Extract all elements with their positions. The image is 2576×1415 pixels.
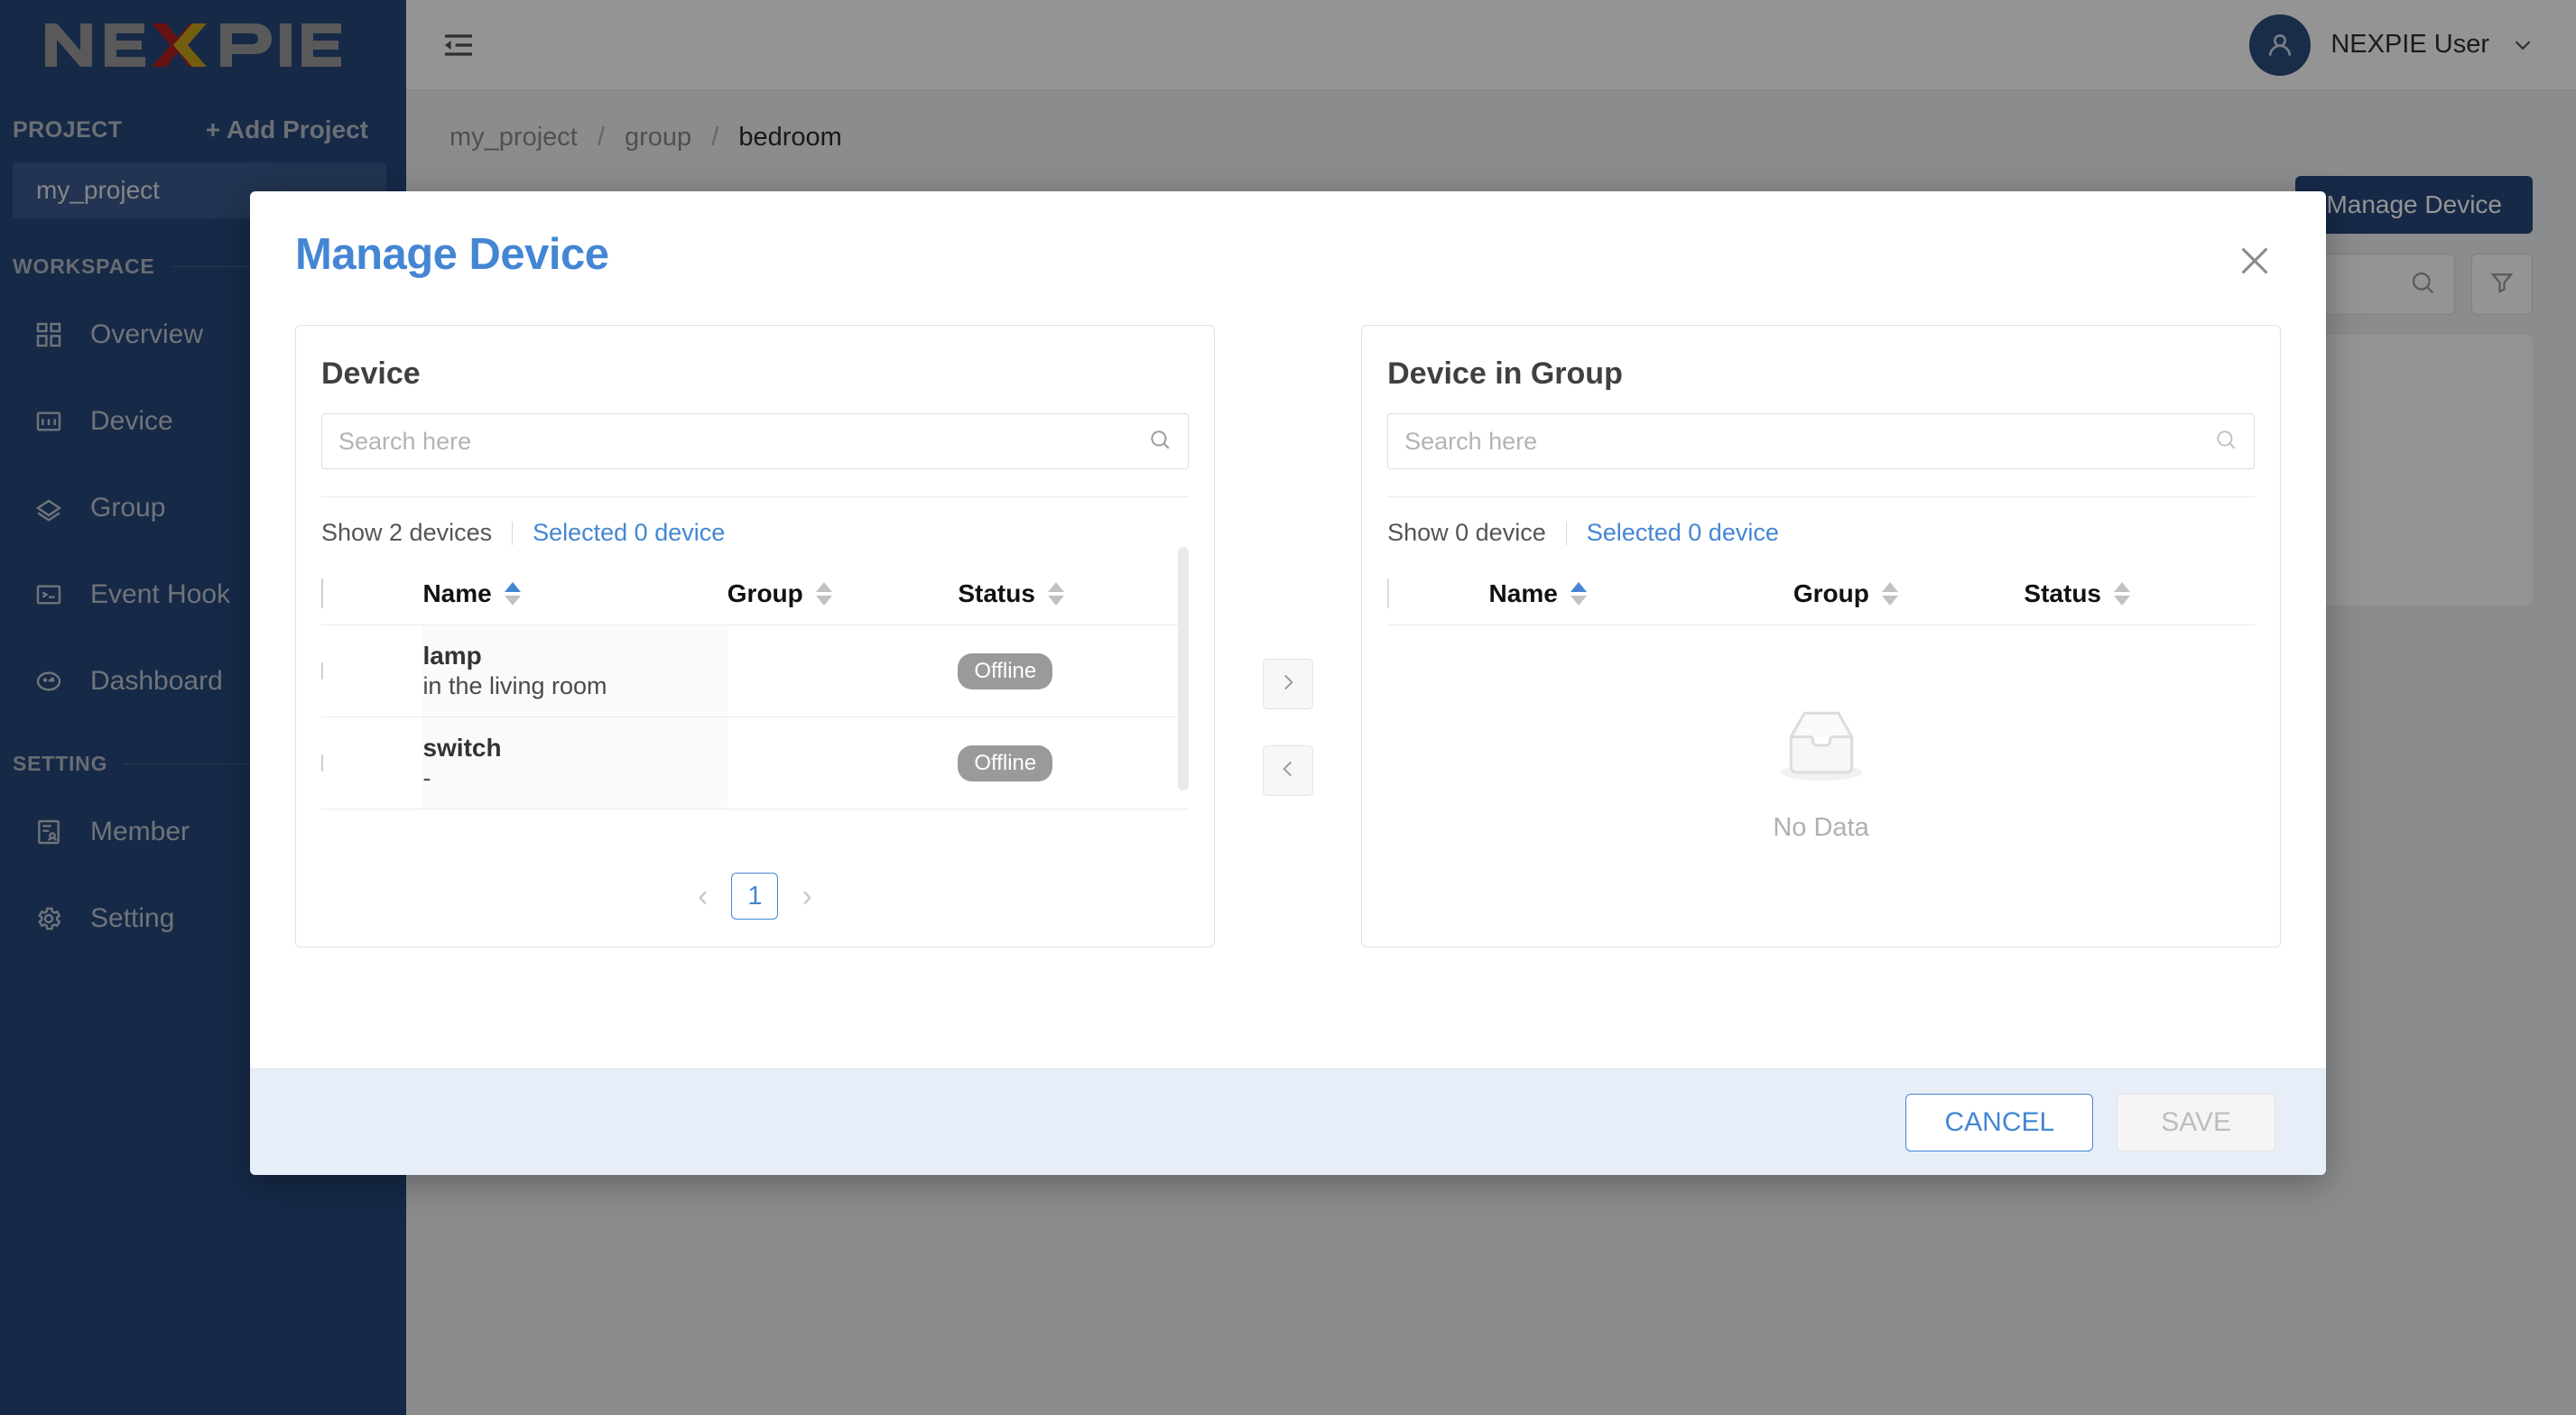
search-icon <box>2214 428 2238 456</box>
status-badge: Offline <box>958 652 1053 689</box>
table-row[interactable]: lamp in the living room Offline <box>321 624 1189 717</box>
close-icon[interactable] <box>2234 240 2275 282</box>
device-selected-count[interactable]: Selected 0 device <box>533 519 725 547</box>
row-group-cell <box>727 717 959 809</box>
save-button[interactable]: SAVE <box>2117 1093 2275 1151</box>
table-header-row: Name Group Status <box>321 561 1189 625</box>
sort-icon[interactable] <box>2114 582 2130 606</box>
modal-header: Manage Device <box>250 191 2326 282</box>
chevron-left-icon <box>1276 757 1300 785</box>
table-header-row: Name Group Status <box>1387 561 2255 625</box>
row-select-cell <box>321 717 423 809</box>
column-label: Name <box>422 579 492 607</box>
device-in-group-search-field[interactable]: Search here <box>1387 413 2255 469</box>
column-label: Status <box>2024 579 2101 607</box>
pagination-prev[interactable]: ‹ <box>698 879 708 914</box>
device-in-group-show-count: Show 0 device <box>1387 519 1546 546</box>
move-to-group-button[interactable] <box>1263 659 1313 709</box>
empty-inbox-icon <box>1767 702 1876 790</box>
row-name-cell: lamp in the living room <box>422 624 727 717</box>
table-scrollbar[interactable] <box>1177 547 1189 791</box>
column-header-group[interactable]: Group <box>1793 561 2025 625</box>
device-in-group-panel: Device in Group Search here Show 0 devic… <box>1361 325 2281 948</box>
column-header-name[interactable]: Name <box>422 561 727 625</box>
empty-state-label: No Data <box>1773 813 1869 842</box>
cancel-button[interactable]: CANCEL <box>1905 1093 2094 1151</box>
status-badge: Offline <box>958 744 1053 781</box>
sort-icon[interactable] <box>1047 582 1064 606</box>
manage-device-modal: Manage Device Device Search here Show 2 … <box>250 191 2326 1175</box>
row-status-cell: Offline <box>958 717 1189 809</box>
device-pagination: ‹ 1 › <box>321 846 1189 920</box>
device-search-placeholder: Search here <box>338 427 472 455</box>
column-header-status[interactable]: Status <box>958 561 1189 625</box>
row-status-cell: Offline <box>958 624 1189 717</box>
device-name: lamp <box>422 642 482 670</box>
device-in-group-table: Name Group Status <box>1387 561 2255 625</box>
row-name-cell: switch - <box>422 717 727 809</box>
device-table-scroll: Name Group Status lamp in the living roo… <box>321 547 1189 846</box>
pagination-next[interactable]: › <box>802 879 811 914</box>
device-search-field[interactable]: Search here <box>321 413 1189 469</box>
sort-icon[interactable] <box>1570 582 1587 606</box>
column-label: Name <box>1488 579 1558 607</box>
row-select-cell <box>321 624 423 717</box>
sort-icon[interactable] <box>1881 582 1898 606</box>
divider <box>1565 521 1567 545</box>
select-all-checkbox[interactable] <box>1387 578 1390 608</box>
device-in-group-search-placeholder: Search here <box>1404 427 1538 455</box>
select-all-header <box>321 561 423 625</box>
column-label: Status <box>958 579 1035 607</box>
device-name: switch <box>422 734 502 762</box>
table-row[interactable]: switch - Offline <box>321 717 1189 809</box>
device-show-count: Show 2 devices <box>321 519 493 546</box>
device-table: Name Group Status lamp in the living roo… <box>321 561 1189 809</box>
divider <box>512 521 514 545</box>
sort-icon[interactable] <box>504 582 521 606</box>
row-group-cell <box>727 624 959 717</box>
select-all-checkbox[interactable] <box>321 578 323 608</box>
device-counts-row: Show 2 devices Selected 0 device <box>321 496 1189 547</box>
pagination-page-1[interactable]: 1 <box>731 873 779 920</box>
device-in-group-counts-row: Show 0 device Selected 0 device <box>1387 496 2255 547</box>
device-in-group-selected-count[interactable]: Selected 0 device <box>1587 519 1779 547</box>
row-checkbox[interactable] <box>321 661 323 680</box>
chevron-right-icon <box>1276 671 1300 698</box>
device-description: in the living room <box>422 672 607 699</box>
device-panel-title: Device <box>321 356 421 391</box>
column-label: Group <box>727 579 803 607</box>
device-panel: Device Search here Show 2 devices Select… <box>295 325 1215 948</box>
modal-footer: CANCEL SAVE <box>250 1068 2326 1175</box>
empty-state: No Data <box>1387 625 2255 920</box>
modal-body: Device Search here Show 2 devices Select… <box>250 282 2326 1068</box>
search-icon <box>1148 428 1172 456</box>
device-in-group-panel-title: Device in Group <box>1387 356 1623 391</box>
sort-icon[interactable] <box>815 582 832 606</box>
select-all-header <box>1387 561 1489 625</box>
remove-from-group-button[interactable] <box>1263 745 1313 796</box>
column-header-name[interactable]: Name <box>1488 561 1793 625</box>
transfer-controls <box>1215 325 1361 796</box>
device-description: - <box>422 764 431 791</box>
row-checkbox[interactable] <box>321 754 323 772</box>
column-label: Group <box>1793 579 1869 607</box>
modal-title: Manage Device <box>295 230 609 279</box>
column-header-status[interactable]: Status <box>2024 561 2255 625</box>
column-header-group[interactable]: Group <box>727 561 959 625</box>
